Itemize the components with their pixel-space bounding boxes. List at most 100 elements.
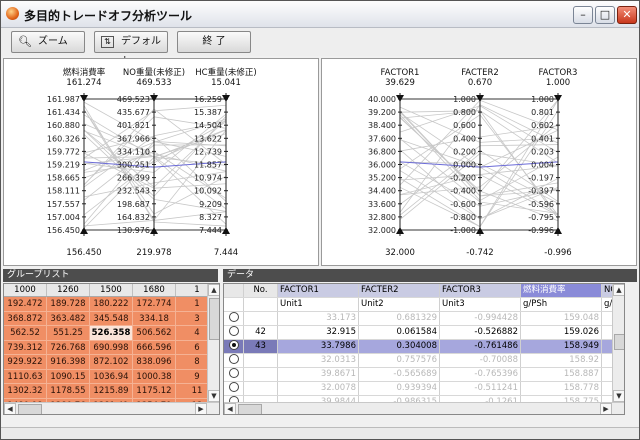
table-cell[interactable]: 33.173 [278, 312, 359, 325]
table-cell[interactable]: -0.565689 [359, 368, 440, 381]
table-cell[interactable]: 562.52 [4, 326, 47, 341]
table-cell[interactable]: 0.061584 [359, 326, 440, 339]
scroll-right-icon[interactable]: ▶ [195, 403, 207, 414]
row-select-radio[interactable] [224, 354, 244, 367]
table-cell[interactable]: 345.548 [90, 311, 133, 326]
unit-cell[interactable]: g/PSh [521, 298, 602, 311]
data-table-hscroll[interactable]: ◀ ▶ [224, 402, 624, 414]
column-header[interactable]: 1260 [47, 284, 90, 296]
column-header[interactable]: FACTOR3 [440, 284, 521, 297]
row-select-radio[interactable] [224, 382, 244, 395]
radio-icon[interactable] [228, 382, 239, 392]
table-cell[interactable]: 158.778 [521, 382, 602, 395]
column-header[interactable]: 1680 [133, 284, 176, 296]
table-row[interactable]: 33.173 0.681329 -0.994428 159.048 [224, 312, 624, 326]
row-number[interactable] [244, 368, 278, 381]
table-cell[interactable]: 363.482 [47, 311, 90, 326]
data-table-grid[interactable]: No.FACTOR1FACTER2FACTOR3燃料消費率NO重Unit1Uni… [223, 283, 625, 415]
row-select-radio[interactable] [224, 312, 244, 325]
scroll-down-icon[interactable]: ▼ [208, 390, 219, 402]
group-list-hscroll[interactable]: ◀ ▶ [4, 402, 219, 414]
table-cell[interactable] [244, 298, 278, 311]
table-cell[interactable]: 1090.15 [47, 369, 90, 384]
scroll-up-icon[interactable]: ▲ [208, 284, 219, 296]
table-cell[interactable]: 189.728 [47, 297, 90, 312]
table-row[interactable]: 32.0313 0.757576 -0.70088 158.92 [224, 354, 624, 368]
table-cell[interactable]: 158.887 [521, 368, 602, 381]
table-cell[interactable]: 180.222 [90, 297, 133, 312]
column-header[interactable] [224, 284, 244, 297]
scroll-thumb[interactable] [18, 404, 42, 414]
table-cell[interactable]: 506.562 [133, 326, 176, 341]
scroll-thumb[interactable] [209, 298, 219, 340]
column-header[interactable]: 1500 [90, 284, 133, 296]
table-cell[interactable]: 929.922 [4, 355, 47, 370]
minimize-button[interactable]: – [573, 6, 593, 24]
column-header[interactable]: FACTER2 [359, 284, 440, 297]
table-cell[interactable]: 690.998 [90, 340, 133, 355]
radio-icon[interactable] [228, 340, 239, 350]
column-header[interactable]: No. [244, 284, 278, 297]
radio-icon[interactable] [228, 354, 239, 364]
table-cell[interactable]: -0.765396 [440, 368, 521, 381]
right-plot-canvas[interactable]: FACTOR139.629 40.000 39.200 38.400 37.600 36.… [322, 59, 636, 265]
table-cell[interactable]: 1175.12 [133, 384, 176, 399]
unit-cell[interactable]: Unit3 [440, 298, 521, 311]
unit-cell[interactable]: Unit2 [359, 298, 440, 311]
table-cell[interactable]: 159.026 [521, 326, 602, 339]
row-number[interactable] [244, 382, 278, 395]
table-row[interactable]: 1110.63 1090.15 1036.94 1000.38 9 [4, 369, 219, 384]
column-header[interactable]: 燃料消費率 [521, 284, 602, 297]
table-cell[interactable]: 368.872 [4, 311, 47, 326]
table-cell[interactable]: -0.761486 [440, 340, 521, 353]
table-cell[interactable]: 158.949 [521, 340, 602, 353]
table-cell[interactable]: 1036.94 [90, 369, 133, 384]
table-cell[interactable]: 0.757576 [359, 354, 440, 367]
scroll-left-icon[interactable]: ◀ [224, 403, 236, 414]
table-cell[interactable]: 32.0313 [278, 354, 359, 367]
group-list-grid[interactable]: 1000 1260 1500 1680 1 192.472 189.728 180.222 1… [3, 283, 220, 415]
table-cell[interactable]: 32.0078 [278, 382, 359, 395]
column-header[interactable]: 1000 [4, 284, 47, 296]
table-row[interactable]: 39.8671 -0.565689 -0.765396 158.887 [224, 368, 624, 382]
table-cell[interactable]: 726.768 [47, 340, 90, 355]
unit-cell[interactable]: Unit1 [278, 298, 359, 311]
title-bar[interactable]: 多目的トレードオフ分析ツール – □ ✕ [1, 1, 639, 28]
table-row[interactable]: 43 33.7986 0.304008 -0.761486 158.949 [224, 340, 624, 354]
table-cell[interactable]: -0.526882 [440, 326, 521, 339]
maximize-button[interactable]: □ [595, 6, 615, 24]
exit-button[interactable]: 終 了 [177, 31, 251, 53]
table-cell[interactable]: 551.25 [47, 326, 90, 341]
row-select-radio[interactable] [224, 368, 244, 381]
table-cell[interactable]: 872.102 [90, 355, 133, 370]
table-cell[interactable]: -0.511241 [440, 382, 521, 395]
table-cell[interactable]: 838.096 [133, 355, 176, 370]
right-parallel-plot[interactable]: FACTOR1 39.629 40.000 39.200 38.400 37.600 36.… [321, 58, 637, 266]
data-table-vscroll[interactable]: ▲ ▼ [612, 284, 624, 402]
table-cell[interactable]: 739.312 [4, 340, 47, 355]
close-button[interactable]: ✕ [617, 6, 637, 24]
row-select-radio[interactable] [224, 340, 244, 353]
table-cell[interactable]: 158.92 [521, 354, 602, 367]
left-plot-canvas[interactable]: 燃料消費率161.274 161.987 161.434 160.880 160.326… [4, 59, 318, 265]
table-cell[interactable]: 33.7986 [278, 340, 359, 353]
radio-icon[interactable] [228, 368, 239, 378]
table-cell[interactable]: 1302.32 [4, 384, 47, 399]
row-select-radio[interactable] [224, 326, 244, 339]
table-cell[interactable]: -0.70088 [440, 354, 521, 367]
table-cell[interactable]: 916.398 [47, 355, 90, 370]
table-cell[interactable]: 39.8671 [278, 368, 359, 381]
table-cell[interactable]: 192.472 [4, 297, 47, 312]
table-cell[interactable]: 1215.89 [90, 384, 133, 399]
table-cell[interactable]: 0.681329 [359, 312, 440, 325]
left-parallel-plot[interactable]: 燃料消費率 161.274 161.987 161.434 160.880 160.326… [3, 58, 319, 266]
row-number[interactable] [244, 354, 278, 367]
table-row[interactable]: 1302.32 1178.55 1215.89 1175.12 11 [4, 384, 219, 399]
group-list-vscroll[interactable]: ▲ ▼ [207, 284, 219, 402]
table-row[interactable]: 739.312 726.768 690.998 666.596 6 [4, 340, 219, 355]
table-cell[interactable]: 172.774 [133, 297, 176, 312]
scroll-thumb[interactable] [614, 334, 624, 350]
radio-icon[interactable] [228, 326, 239, 336]
scroll-up-icon[interactable]: ▲ [613, 284, 624, 296]
table-row[interactable]: 42 32.915 0.061584 -0.526882 159.026 [224, 326, 624, 340]
